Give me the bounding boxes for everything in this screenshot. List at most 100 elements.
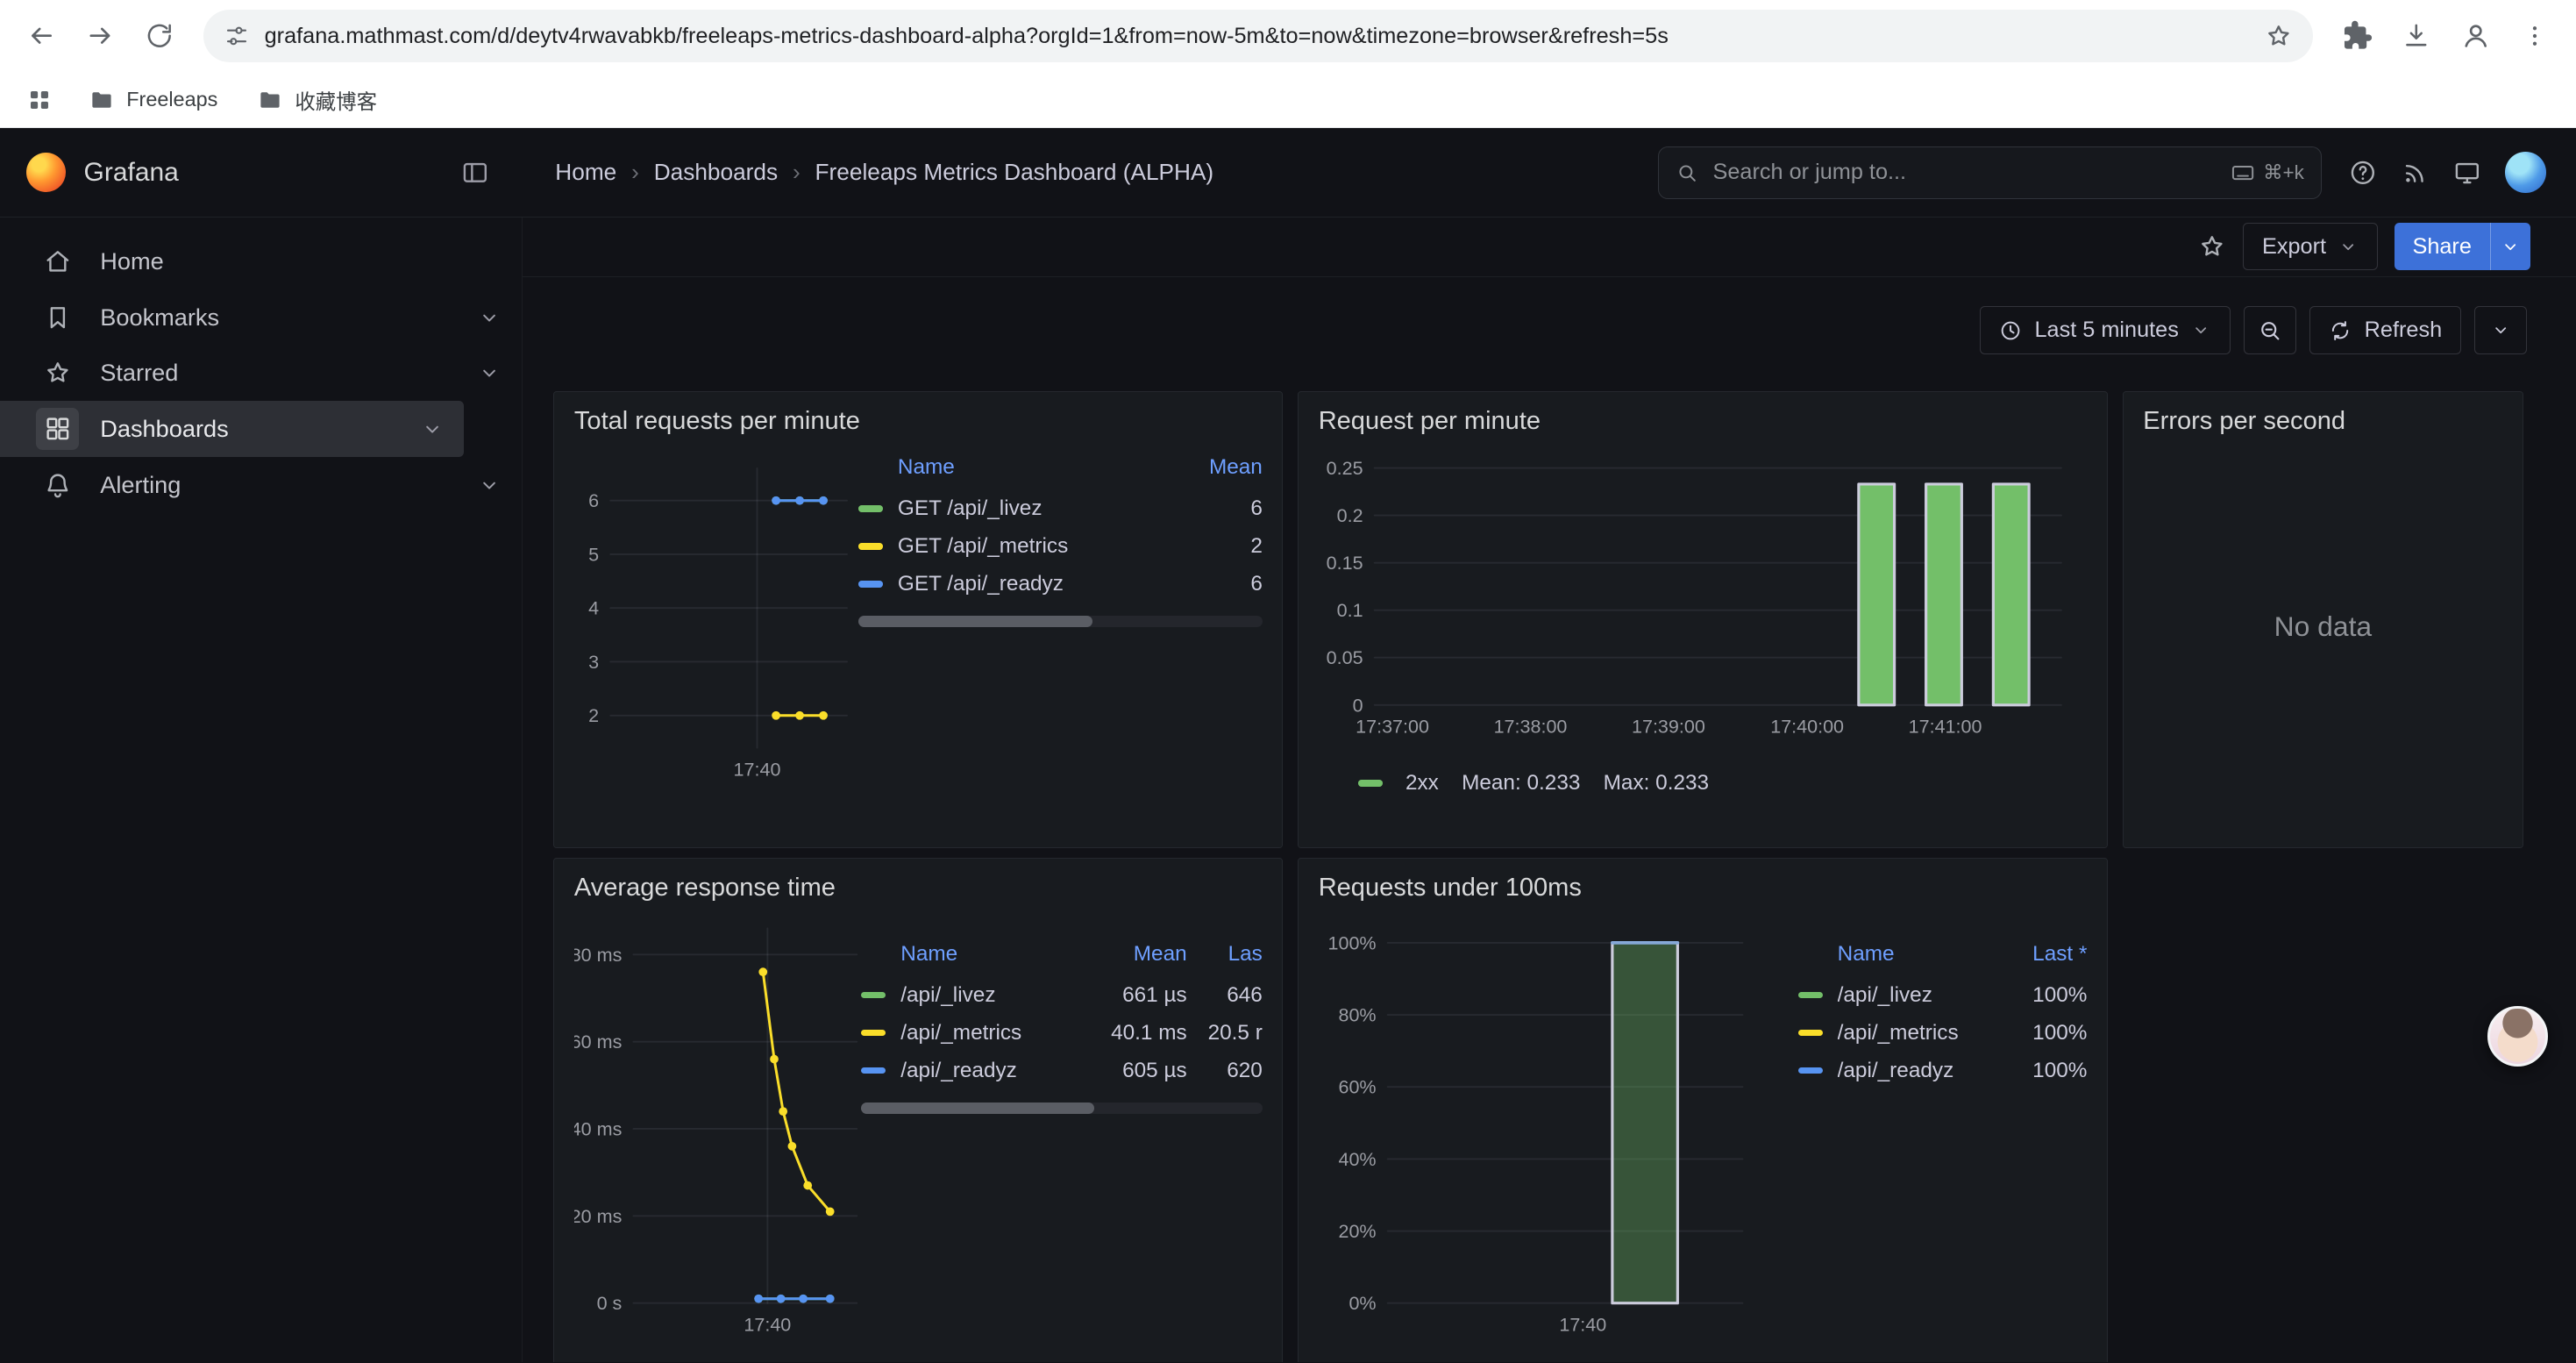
breadcrumb-dashboards[interactable]: Dashboards xyxy=(654,159,778,186)
assistant-avatar-button[interactable] xyxy=(2487,1006,2548,1067)
legend-row: /api/_livez 661 µs 646 xyxy=(861,976,1263,1014)
legend-row: GET /api/_metrics 2 xyxy=(858,527,1263,565)
user-avatar[interactable] xyxy=(2505,152,2546,193)
chevron-down-icon[interactable] xyxy=(477,360,502,385)
chevron-down-icon[interactable] xyxy=(420,417,445,441)
brand-name: Grafana xyxy=(84,158,179,188)
download-icon[interactable] xyxy=(2388,8,2444,64)
sidebar-toggle-icon[interactable] xyxy=(460,158,490,188)
breadcrumb: Home › Dashboards › Freeleaps Metrics Da… xyxy=(555,159,1213,186)
forward-icon[interactable] xyxy=(72,8,128,64)
under-100ms-chart: 100%80%60%40%20%0%17:40 xyxy=(1319,909,1755,1349)
panel-title[interactable]: Errors per second xyxy=(2143,407,2502,436)
share-menu-chevron-icon[interactable] xyxy=(2490,223,2530,270)
bookmark-folder-freeleaps[interactable]: Freeleaps xyxy=(75,80,231,119)
zoom-out-button[interactable] xyxy=(2244,306,2296,353)
bookmark-folder-blogs[interactable]: 收藏博客 xyxy=(244,78,390,121)
browser-menu-icon[interactable] xyxy=(2507,8,2563,64)
url-text: grafana.mathmast.com/d/deytv4rwavabkb/fr… xyxy=(265,24,2250,49)
legend-header-mean[interactable]: Mean xyxy=(1161,455,1263,480)
news-rss-icon[interactable] xyxy=(2401,158,2430,188)
legend-row: /api/_readyz 100% xyxy=(1798,1052,2088,1089)
legend-row: GET /api/_livez 6 xyxy=(858,489,1263,527)
monitor-icon[interactable] xyxy=(2452,158,2482,188)
bookmark-star-icon[interactable] xyxy=(2264,21,2294,51)
dashboard-toolbar: Export Share xyxy=(523,217,2576,276)
apps-grid-icon[interactable] xyxy=(17,77,62,123)
sidebar-item-alerting[interactable]: Alerting xyxy=(0,457,522,513)
legend-scrollbar[interactable] xyxy=(861,1103,1263,1114)
svg-text:6: 6 xyxy=(588,490,599,511)
no-data-message: No data xyxy=(2124,610,2523,643)
panel-title[interactable]: Request per minute xyxy=(1319,407,2088,436)
search-input[interactable]: Search or jump to... ⌘+k xyxy=(1658,146,2322,199)
svg-text:40%: 40% xyxy=(1338,1149,1376,1170)
svg-text:100%: 100% xyxy=(1327,933,1376,954)
profile-icon[interactable] xyxy=(2448,8,2504,64)
chart-legend: 2xx Mean: 0.233 Max: 0.233 xyxy=(1319,764,2088,795)
sidebar-item-dashboards[interactable]: Dashboards xyxy=(0,401,464,457)
panel-title[interactable]: Requests under 100ms xyxy=(1319,874,2088,903)
refresh-button[interactable]: Refresh xyxy=(2309,306,2461,353)
legend-row: /api/_readyz 605 µs 620 xyxy=(861,1052,1263,1089)
sidebar-item-home[interactable]: Home xyxy=(0,233,522,289)
svg-text:0.15: 0.15 xyxy=(1326,553,1363,574)
svg-text:40 ms: 40 ms xyxy=(574,1119,622,1140)
export-button[interactable]: Export xyxy=(2243,223,2378,270)
sidebar-item-starred[interactable]: Starred xyxy=(0,345,522,401)
chevron-down-icon[interactable] xyxy=(477,473,502,497)
legend-table: Name Last * /api/_livez 100% /api/_metri… xyxy=(1798,929,2088,1089)
search-placeholder: Search or jump to... xyxy=(1712,160,1906,185)
bookmarks-bar: Freeleaps 收藏博客 xyxy=(0,72,2576,128)
help-icon[interactable] xyxy=(2348,158,2378,188)
panel-request-per-minute: Request per minute 0.250.20.150.10.05017… xyxy=(1298,391,2108,848)
scrollbar-thumb[interactable] xyxy=(858,616,1092,627)
panel-title[interactable]: Total requests per minute xyxy=(574,407,1263,436)
chevron-down-icon[interactable] xyxy=(477,305,502,330)
bookmark-icon xyxy=(36,296,79,339)
panel-title[interactable]: Average response time xyxy=(574,874,1263,903)
nav-brand-area: Grafana xyxy=(0,153,523,192)
series-color-swatch xyxy=(861,1067,886,1074)
legend-scrollbar[interactable] xyxy=(858,616,1263,627)
legend-series-name[interactable]: 2xx xyxy=(1405,771,1439,796)
chevron-down-icon xyxy=(2338,236,2359,257)
sidebar-item-label: Alerting xyxy=(100,471,181,499)
share-button[interactable]: Share xyxy=(2395,223,2530,270)
grafana-logo[interactable] xyxy=(26,153,66,192)
legend-header-name[interactable]: Name xyxy=(1798,942,1996,967)
legend-table: Name Mean Las /api/_livez 661 µs 646 xyxy=(861,929,1263,1114)
svg-text:0: 0 xyxy=(1352,696,1363,717)
address-bar[interactable]: grafana.mathmast.com/d/deytv4rwavabkb/fr… xyxy=(203,10,2313,62)
legend-header-mean[interactable]: Mean xyxy=(1085,942,1187,967)
screen: grafana.mathmast.com/d/deytv4rwavabkb/fr… xyxy=(0,0,2576,1362)
legend-header-last[interactable]: Las xyxy=(1187,942,1263,967)
legend-header-last[interactable]: Last * xyxy=(1996,942,2088,967)
svg-text:60%: 60% xyxy=(1338,1077,1376,1098)
favorite-star-icon[interactable] xyxy=(2197,232,2227,261)
breadcrumb-home[interactable]: Home xyxy=(555,159,616,186)
search-icon xyxy=(1675,161,1699,185)
legend-header-name[interactable]: Name xyxy=(858,455,1161,480)
svg-text:0.2: 0.2 xyxy=(1336,505,1363,526)
chevron-down-icon xyxy=(2190,319,2211,340)
reload-icon[interactable] xyxy=(132,8,188,64)
sidebar-item-bookmarks[interactable]: Bookmarks xyxy=(0,289,522,346)
refresh-interval-chevron[interactable] xyxy=(2474,306,2527,353)
legend-row: /api/_metrics 100% xyxy=(1798,1014,2088,1052)
svg-text:4: 4 xyxy=(588,598,599,619)
back-icon[interactable] xyxy=(13,8,69,64)
extensions-icon[interactable] xyxy=(2330,8,2386,64)
grafana-top-nav: Grafana Home › Dashboards › Freeleaps Me… xyxy=(0,128,2576,218)
legend-header-name[interactable]: Name xyxy=(861,942,1085,967)
legend-row: /api/_livez 100% xyxy=(1798,976,2088,1014)
series-color-swatch xyxy=(858,543,883,549)
site-controls-icon[interactable] xyxy=(224,23,250,49)
sidebar-item-label: Starred xyxy=(100,359,178,387)
svg-text:17:40: 17:40 xyxy=(733,760,780,781)
dashboard-content: Export Share Last 5 minu xyxy=(523,217,2576,1362)
time-range-picker[interactable]: Last 5 minutes xyxy=(1980,306,2231,353)
time-controls: Last 5 minutes Refresh xyxy=(523,277,2576,354)
nav-icons xyxy=(2322,152,2576,193)
scrollbar-thumb[interactable] xyxy=(861,1103,1093,1114)
